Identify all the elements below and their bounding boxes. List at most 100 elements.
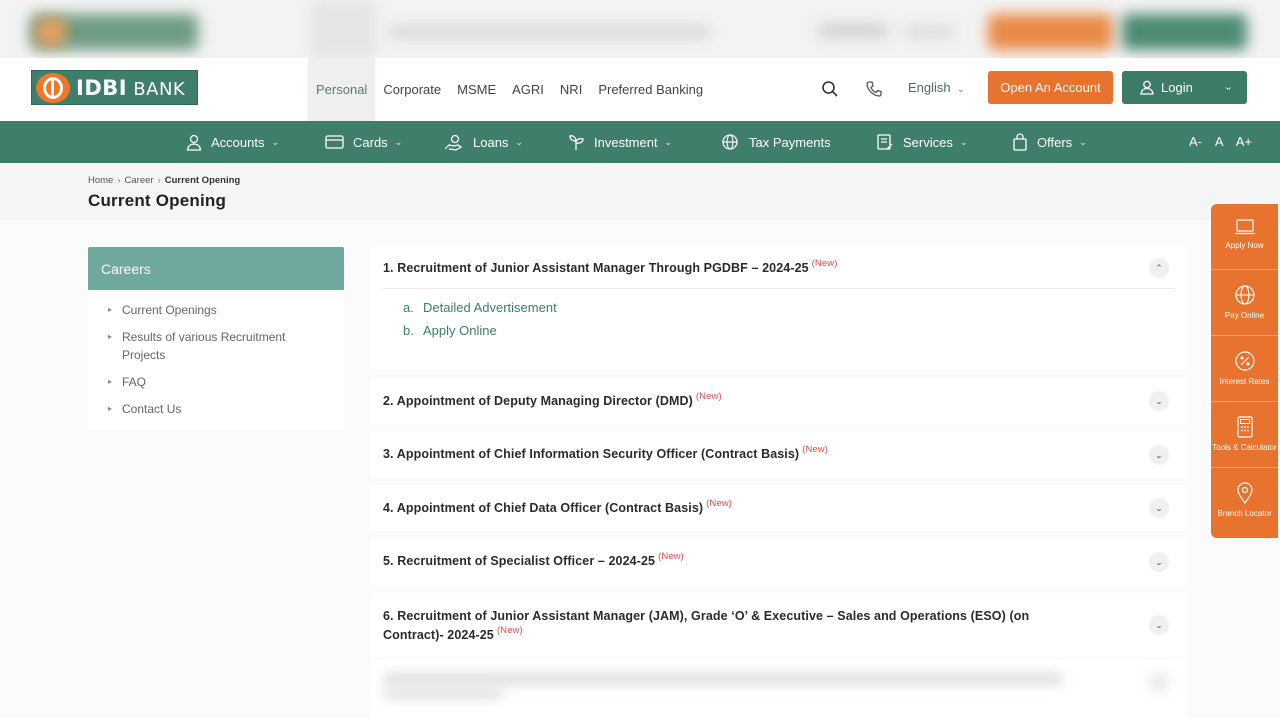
- opening-title-2: 2. Appointment of Deputy Managing Direct…: [383, 391, 722, 408]
- breadcrumb-career[interactable]: Career: [125, 175, 154, 186]
- globe-icon: [1234, 285, 1255, 305]
- breadcrumb-band: Home › Career › Current Opening Current Open…: [0, 163, 1280, 220]
- link-label: Detailed Advertisement: [423, 300, 557, 315]
- divider: [383, 288, 1175, 289]
- chevron-down-icon[interactable]: ⌄: [1149, 391, 1169, 411]
- opening-item-1: 1. Recruitment of Junior Assistant Manag…: [371, 247, 1187, 370]
- new-badge: (New): [706, 498, 732, 509]
- chevron-down-icon[interactable]: ⌄: [1149, 552, 1169, 572]
- rail-tools-calculator-label: Tools & Calculator: [1212, 443, 1277, 452]
- open-account-button[interactable]: Open An Account: [988, 71, 1113, 104]
- segment-agri[interactable]: AGRI: [504, 58, 552, 121]
- nav-tax-payments[interactable]: Tax Payments: [720, 121, 831, 163]
- rail-tools-calculator[interactable]: Tools & Calculator: [1211, 402, 1278, 468]
- chevron-down-icon[interactable]: ⌄: [1149, 615, 1169, 635]
- breadcrumb-current: Current Opening: [164, 175, 241, 186]
- investment-icon: [569, 135, 584, 150]
- site-header: IDBI BANK Personal Corporate MSME AGRI N…: [0, 58, 1280, 121]
- opening-title-4: 4. Appointment of Chief Data Officer (Co…: [383, 498, 732, 515]
- opening-item-5[interactable]: 5. Recruitment of Specialist Officer – 2…: [371, 539, 1187, 585]
- link-label: Apply Online: [423, 323, 497, 338]
- rail-apply-now[interactable]: Apply Now: [1211, 204, 1278, 270]
- chevron-down-icon: ⌄: [956, 84, 966, 95]
- opening-item-4[interactable]: 4. Appointment of Chief Data Officer (Co…: [371, 485, 1187, 531]
- detailed-advertisement-link[interactable]: a. Detailed Advertisement: [403, 300, 557, 315]
- nav-offers[interactable]: Offers ⌄: [1012, 121, 1087, 163]
- segment-msme[interactable]: MSME: [449, 58, 504, 121]
- opening-title-text: 3. Appointment of Chief Information Secu…: [383, 447, 800, 461]
- apply-online-link[interactable]: b. Apply Online: [403, 323, 497, 338]
- chevron-up-icon[interactable]: ⌃: [1149, 258, 1169, 278]
- rail-interest-rates[interactable]: Interest Rates: [1211, 336, 1278, 402]
- nav-loans-label: Loans: [473, 134, 509, 150]
- rail-branch-locator[interactable]: Branch Locator: [1211, 468, 1278, 538]
- rail-pay-online[interactable]: Pay Online: [1211, 270, 1278, 336]
- laptop-icon: [1234, 219, 1255, 235]
- chevron-down-icon: ⌄: [271, 136, 280, 147]
- opening-title-text: 5. Recruitment of Specialist Officer – 2…: [383, 554, 656, 568]
- login-button[interactable]: Login ⌄: [1122, 71, 1247, 104]
- breadcrumb-home[interactable]: Home: [88, 175, 113, 186]
- blurred-next-opening: [371, 660, 1187, 718]
- chevron-down-icon: ⌄: [394, 136, 403, 147]
- sidebar-item-current-openings[interactable]: Current Openings: [108, 301, 322, 319]
- segment-corporate[interactable]: Corporate: [375, 58, 449, 121]
- language-label: English: [908, 80, 951, 95]
- search-icon[interactable]: [821, 80, 839, 98]
- logo-text-bold: IDBI: [76, 75, 128, 100]
- segment-nav: Personal Corporate MSME AGRI NRI Preferr…: [308, 58, 711, 121]
- nav-cards[interactable]: Cards ⌄: [325, 121, 402, 163]
- opening-item-3[interactable]: 3. Appointment of Chief Information Secu…: [371, 432, 1187, 478]
- segment-nri[interactable]: NRI: [552, 58, 590, 121]
- opening-title-text: 4. Appointment of Chief Data Officer (Co…: [383, 501, 704, 515]
- calculator-icon: [1236, 416, 1253, 438]
- user-icon: [1140, 80, 1154, 95]
- tax-globe-icon: [722, 134, 738, 150]
- language-selector[interactable]: English ⌄: [908, 80, 965, 95]
- opening-title-1[interactable]: 1. Recruitment of Junior Assistant Manag…: [383, 258, 838, 275]
- new-badge: (New): [811, 258, 838, 269]
- nav-tax-payments-label: Tax Payments: [749, 134, 831, 150]
- quick-actions-rail: Apply Now Pay Online Interest Rates Tool…: [1211, 204, 1278, 538]
- opening-item-6[interactable]: 6. Recruitment of Junior Assistant Manag…: [371, 593, 1187, 657]
- segment-personal[interactable]: Personal: [308, 58, 376, 121]
- nav-offers-label: Offers: [1037, 134, 1073, 150]
- chevron-down-icon: ⌄: [1223, 81, 1233, 93]
- card-icon: [325, 135, 344, 149]
- opening-title-text: 1. Recruitment of Junior Assistant Manag…: [383, 261, 809, 275]
- chevron-down-icon[interactable]: ⌄: [1149, 445, 1169, 465]
- phone-icon[interactable]: [865, 80, 883, 98]
- opening-item-2[interactable]: 2. Appointment of Deputy Managing Direct…: [371, 378, 1187, 424]
- logo-emblem-icon: [36, 72, 70, 103]
- percent-icon: [1234, 351, 1255, 371]
- opening-title-text: 2. Appointment of Deputy Managing Direct…: [383, 394, 693, 408]
- loan-hand-icon: [444, 134, 463, 151]
- rail-apply-now-label: Apply Now: [1225, 241, 1264, 250]
- segment-preferred-banking[interactable]: Preferred Banking: [590, 58, 711, 121]
- sidebar-item-results[interactable]: Results of various Recruitment Projects: [108, 328, 322, 364]
- chevron-down-icon[interactable]: ⌄: [1149, 498, 1169, 518]
- nav-loans[interactable]: Loans ⌄: [444, 121, 523, 163]
- page-title: Current Opening: [88, 191, 227, 210]
- location-pin-icon: [1236, 482, 1253, 504]
- nav-accounts[interactable]: Accounts ⌄: [186, 121, 279, 163]
- new-badge: (New): [658, 551, 684, 562]
- nav-investment-label: Investment: [594, 134, 658, 150]
- chevron-right-icon: ›: [117, 175, 121, 186]
- opening-title-5: 5. Recruitment of Specialist Officer – 2…: [383, 551, 684, 568]
- shopping-bag-icon: [1013, 133, 1027, 151]
- main-nav: Accounts ⌄ Cards ⌄ Loans ⌄ Investment ⌄ Tax …: [0, 121, 1280, 163]
- list-marker: b.: [403, 323, 414, 338]
- nav-services[interactable]: Services ⌄: [876, 121, 967, 163]
- chevron-down-icon: ⌄: [959, 136, 968, 147]
- idbi-logo[interactable]: IDBI BANK: [31, 70, 198, 105]
- sidebar-item-faq[interactable]: FAQ: [108, 373, 322, 391]
- nav-investment[interactable]: Investment ⌄: [568, 121, 672, 163]
- list-marker: a.: [403, 300, 414, 315]
- font-size-controls[interactable]: A- A A+: [1189, 134, 1252, 149]
- new-badge: (New): [496, 625, 523, 636]
- sidebar-item-contact-us[interactable]: Contact Us: [108, 400, 322, 418]
- nav-accounts-label: Accounts: [211, 134, 265, 150]
- opening-title-text: 6. Recruitment of Junior Assistant Manag…: [383, 609, 1030, 642]
- services-icon: [877, 134, 893, 150]
